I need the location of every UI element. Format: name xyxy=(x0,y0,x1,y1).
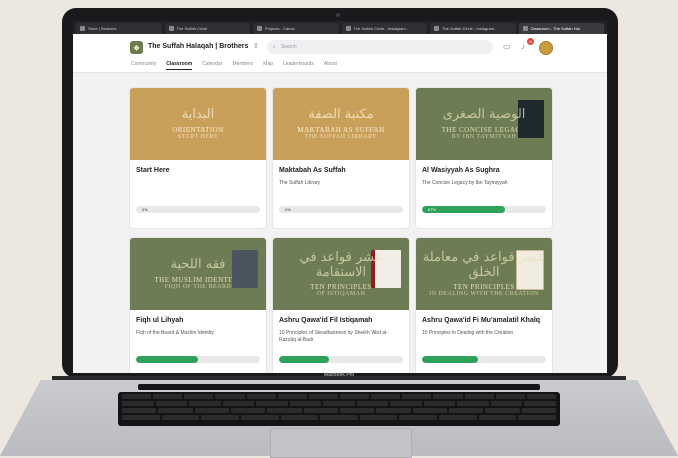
course-subtitle: The Concise Legacy by Ibn Taymiyyah xyxy=(422,180,508,186)
course-card-maktabah[interactable]: مكتبة الصفة MAKTABAH AS SUFFAH THE SUFFA… xyxy=(273,88,409,228)
thumbnail-subtitle: IN DEALING WITH THE CREATION xyxy=(429,290,539,297)
course-card-al-wasiyyah[interactable]: الوصية الصغرى THE CONCISE LEGACY BY IBN … xyxy=(416,88,552,228)
course-grid: البداية ORIENTATION START HERE Start Her… xyxy=(130,88,552,373)
browser-tab[interactable]: Store | Seasons xyxy=(76,23,162,34)
course-progress-bar xyxy=(279,356,403,363)
course-thumbnail: مكتبة الصفة MAKTABAH AS SUFFAH THE SUFFA… xyxy=(273,88,409,160)
keyboard xyxy=(118,392,560,426)
course-card-start-here[interactable]: البداية ORIENTATION START HERE Start Her… xyxy=(130,88,266,228)
favicon-icon xyxy=(168,26,174,31)
course-progress-bar: 67% xyxy=(422,206,546,213)
course-subtitle: 10 Principles in Dealing with the Creati… xyxy=(422,330,514,336)
touchpad xyxy=(270,428,412,458)
course-subtitle: The Suffah Library xyxy=(279,180,321,186)
laptop-brand-label: MacBook Pro xyxy=(323,372,354,378)
group-logo-icon[interactable]: ◆ xyxy=(130,41,143,54)
progress-label: 67% xyxy=(428,207,437,212)
thumbnail-arabic-title: فقه اللحية xyxy=(170,257,226,273)
group-name[interactable]: The Suffah Halaqah | Brothers xyxy=(148,43,248,50)
app-header: ◆ The Suffah Halaqah | Brothers ⇕ ⌕ Sear… xyxy=(73,34,607,73)
course-title: Ashru Qawa'id Fi Mu'amalatil Khalq xyxy=(422,317,541,324)
thumbnail-title: TEN PRINCIPLES xyxy=(453,282,515,291)
thumbnail-subtitle: THE SUFFAH LIBRARY xyxy=(304,133,378,140)
progress-fill xyxy=(279,356,329,363)
browser-tab[interactable]: Projects - Canva xyxy=(253,23,339,34)
browser-tab-bar: Store | Seasons The Suffah Circle Projec… xyxy=(73,21,607,34)
thumbnail-arabic-title: مكتبة الصفة xyxy=(308,107,374,123)
touch-bar xyxy=(138,384,540,390)
screen: Store | Seasons The Suffah Circle Projec… xyxy=(73,21,607,373)
thumbnail-arabic-title: عشر قواعد في معاملة الخلق xyxy=(422,250,546,280)
favicon-icon xyxy=(434,26,439,31)
course-progress-bar: 0% xyxy=(279,206,403,213)
tab-leaderboards[interactable]: Leaderboards xyxy=(283,61,314,70)
course-title: Ashru Qawa'id Fil Istiqamah xyxy=(279,317,373,324)
key-row xyxy=(118,406,560,413)
tab-calendar[interactable]: Calendar xyxy=(202,61,222,70)
course-title: Fiqh ul Lihyah xyxy=(136,317,184,324)
browser-tab[interactable]: The Suffah Circle xyxy=(164,23,250,34)
course-card-istiqamah[interactable]: عشر قواعد في الاستقامة TEN PRINCIPLES OF… xyxy=(273,238,409,373)
course-subtitle: Fiqh of the Beard & Muslim Identity xyxy=(136,330,214,336)
course-thumbnail: عشر قواعد في الاستقامة TEN PRINCIPLES OF… xyxy=(273,238,409,310)
course-subtitle: 10 Principles of Steadfastness by Sheikh… xyxy=(279,330,388,343)
course-progress-bar xyxy=(422,356,546,363)
key-row xyxy=(118,399,560,406)
group-switcher-chevron-icon[interactable]: ⇕ xyxy=(253,42,259,50)
thumbnail-subtitle: BY IBN TAYMIYYAH xyxy=(451,133,517,140)
thumbnail-arabic-title: الوصية الصغرى xyxy=(442,107,526,123)
tab-classroom[interactable]: Classroom xyxy=(166,61,193,70)
course-progress-bar: 0% xyxy=(136,206,260,213)
chat-icon[interactable]: ▭ xyxy=(503,42,511,51)
favicon-icon xyxy=(345,26,351,31)
favicon-icon xyxy=(257,26,262,31)
browser-tab-active[interactable]: Classroom - The Suffah Hal xyxy=(518,23,604,34)
tab-members[interactable]: Members xyxy=(232,61,253,70)
tab-community[interactable]: Community xyxy=(131,61,156,70)
thumbnail-title: THE MUSLIM IDENTITY xyxy=(154,275,242,284)
progress-label: 0% xyxy=(285,207,291,212)
favicon-icon xyxy=(522,26,528,31)
main-nav: Community Classroom Calendar Members Map… xyxy=(131,61,337,70)
course-thumbnail: الوصية الصغرى THE CONCISE LEGACY BY IBN … xyxy=(416,88,552,160)
thumbnail-title: ORIENTATION xyxy=(172,125,224,134)
search-placeholder: Search xyxy=(280,44,297,50)
search-icon: ⌕ xyxy=(273,44,276,50)
browser-tab[interactable]: The Suffah Circle - Instagram... xyxy=(341,23,427,34)
course-thumbnail: فقه اللحية THE MUSLIM IDENTITY FIQH OF T… xyxy=(130,238,266,310)
avatar[interactable] xyxy=(539,41,553,55)
progress-label: 0% xyxy=(142,207,148,212)
course-title: Al Wasiyyah As Sughra xyxy=(422,167,500,174)
favicon-icon xyxy=(80,26,85,31)
notification-badge: 6 xyxy=(527,38,534,45)
tab-about[interactable]: About xyxy=(324,61,337,70)
browser-tab[interactable]: The Suffah Circle - Instagram... xyxy=(430,23,516,34)
course-card-muamalatil-khalq[interactable]: عشر قواعد في معاملة الخلق TEN PRINCIPLES… xyxy=(416,238,552,373)
progress-fill xyxy=(422,356,478,363)
course-card-fiqh-ul-lihyah[interactable]: فقه اللحية THE MUSLIM IDENTITY FIQH OF T… xyxy=(130,238,266,373)
thumbnail-arabic-title: البداية xyxy=(181,107,215,123)
course-title: Maktabah As Suffah xyxy=(279,167,346,174)
thumbnail-title: THE CONCISE LEGACY xyxy=(441,125,527,134)
thumbnail-subtitle: START HERE xyxy=(177,133,219,140)
thumbnail-subtitle: FIQH OF THE BEARD xyxy=(164,283,232,290)
course-title: Start Here xyxy=(136,167,170,174)
thumbnail-subtitle: OF ISTIQAMAH xyxy=(316,290,366,297)
thumbnail-title: MAKTABAH AS SUFFAH xyxy=(297,125,385,134)
thumbnail-title: TEN PRINCIPLES xyxy=(310,282,372,291)
bell-icon[interactable]: ♪ xyxy=(521,42,525,51)
laptop-lid: Store | Seasons The Suffah Circle Projec… xyxy=(62,8,618,378)
search-input[interactable]: ⌕ Search xyxy=(267,40,493,54)
course-thumbnail: البداية ORIENTATION START HERE xyxy=(130,88,266,160)
course-progress-bar xyxy=(136,356,260,363)
book-cover-image xyxy=(232,250,258,288)
key-row xyxy=(118,413,560,420)
camera xyxy=(336,13,340,17)
course-thumbnail: عشر قواعد في معاملة الخلق TEN PRINCIPLES… xyxy=(416,238,552,310)
tab-map[interactable]: Map xyxy=(263,61,273,70)
thumbnail-arabic-title: عشر قواعد في الاستقامة xyxy=(299,250,383,280)
key-row xyxy=(118,392,560,399)
progress-fill xyxy=(136,356,198,363)
